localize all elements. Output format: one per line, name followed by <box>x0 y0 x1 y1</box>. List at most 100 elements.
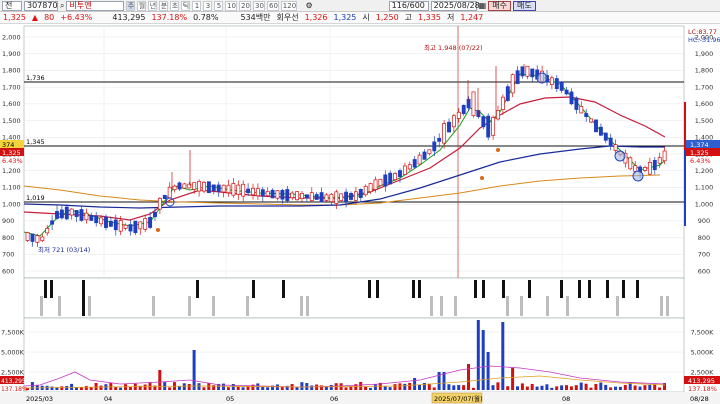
candle-body <box>314 194 319 200</box>
volume-bar <box>364 386 368 390</box>
date-label-6: 08/28 <box>690 395 709 403</box>
candle-body <box>157 197 162 210</box>
candle-body <box>437 138 442 142</box>
candle-body <box>594 119 598 133</box>
signal-bar-black <box>560 280 563 298</box>
candle-body <box>143 218 148 230</box>
price-axis-label: 1,800 <box>695 67 714 75</box>
candle-body <box>608 137 613 147</box>
price-axis-label-left: 1,600 <box>2 100 21 108</box>
candle-body <box>79 209 84 221</box>
left-tag-1374-text: 374 <box>2 141 14 149</box>
candle-body <box>349 193 353 200</box>
candle-body <box>456 111 461 119</box>
candle-body <box>476 110 481 118</box>
candle-body <box>290 192 295 199</box>
candle-body <box>265 190 270 197</box>
volume-bar <box>442 372 446 390</box>
volume-bar <box>236 386 240 390</box>
candle-body <box>197 181 202 192</box>
candle-body <box>579 106 584 114</box>
price-axis-label: 800 <box>698 234 710 242</box>
candle-body <box>280 189 285 200</box>
volume-bar <box>491 385 495 390</box>
volume-bar <box>545 384 549 390</box>
volume-bar <box>501 322 505 390</box>
signal-circle[interactable] <box>536 72 548 84</box>
volume-bar <box>589 387 593 390</box>
candle-body <box>358 188 363 198</box>
date-label-1: 04 <box>104 395 112 403</box>
volume-bar <box>192 350 196 390</box>
candle-body <box>236 184 241 195</box>
signal-bar-black <box>606 280 609 298</box>
candle-body <box>613 144 618 151</box>
signal-bar-black <box>482 280 485 298</box>
candle-body <box>549 77 554 85</box>
volume-bar <box>599 382 603 390</box>
candle-body <box>510 74 515 94</box>
volume-bar <box>393 384 397 390</box>
candle-body <box>118 220 123 232</box>
volume-bar <box>231 383 235 390</box>
price-axis-label-left: 900 <box>2 217 14 225</box>
candle-body <box>481 116 486 128</box>
volume-bar <box>207 383 211 390</box>
volume-bar <box>315 384 319 390</box>
volume-bar <box>408 382 412 390</box>
date-label-3: 06 <box>330 395 338 403</box>
volume-bar <box>560 385 564 390</box>
candle-body <box>500 96 505 110</box>
volume-bar <box>520 383 524 390</box>
candle-body <box>251 187 255 196</box>
volume-bar <box>324 386 328 390</box>
signal-circle[interactable] <box>614 150 626 162</box>
candle-body <box>162 194 167 200</box>
volume-tag-text: 413,295 <box>688 377 715 385</box>
signal-bar-black <box>196 280 199 298</box>
candle-body <box>344 191 349 202</box>
price-axis-label-left: 2,000 <box>2 33 21 41</box>
volume-bar <box>486 352 490 390</box>
candle-body <box>40 236 45 242</box>
volume-panel[interactable] <box>23 317 685 393</box>
signal-panel[interactable] <box>23 277 685 319</box>
candle-body <box>525 65 530 77</box>
volume-bar <box>310 385 314 390</box>
left-tag-pct-text: 6.43% <box>2 157 23 165</box>
volume-bar <box>471 387 475 390</box>
candle-body <box>432 141 437 152</box>
candle-body <box>633 165 638 172</box>
candle-body <box>515 70 520 85</box>
price-axis-label-left: 1,200 <box>2 167 21 175</box>
volume-bar <box>109 382 113 390</box>
candle-body <box>402 165 407 175</box>
candle-body <box>153 211 157 218</box>
candle-body <box>295 191 300 201</box>
price-axis-label: 600 <box>698 267 710 275</box>
signal-bar-black <box>528 280 531 298</box>
volume-bar <box>550 387 554 390</box>
candle-body <box>89 215 94 221</box>
volume-bar <box>457 385 461 390</box>
signal-bar-black <box>502 280 505 298</box>
candle-body <box>329 193 334 203</box>
signal-bar-black <box>282 280 285 298</box>
volume-bar <box>403 383 407 390</box>
price-panel[interactable] <box>23 25 685 279</box>
signal-circle[interactable] <box>632 170 644 182</box>
signal-dot <box>496 148 500 152</box>
volume-bar <box>84 386 88 390</box>
volume-bar <box>143 384 147 390</box>
signal-bar-gray <box>520 296 523 316</box>
volume-bar <box>623 384 627 390</box>
candle-body <box>221 184 226 193</box>
candle-body <box>172 185 177 190</box>
volume-bar <box>202 387 206 390</box>
price-axis-label: 1,200 <box>695 167 714 175</box>
price-axis-label-left: 1,700 <box>2 83 21 91</box>
candle-body <box>491 117 496 136</box>
candle-body <box>309 192 314 202</box>
price-axis-label: 900 <box>698 217 710 225</box>
chart-area[interactable]: 1,736 1,345 1,019 최고 1,948 (07/22) 최저 72… <box>0 0 720 404</box>
